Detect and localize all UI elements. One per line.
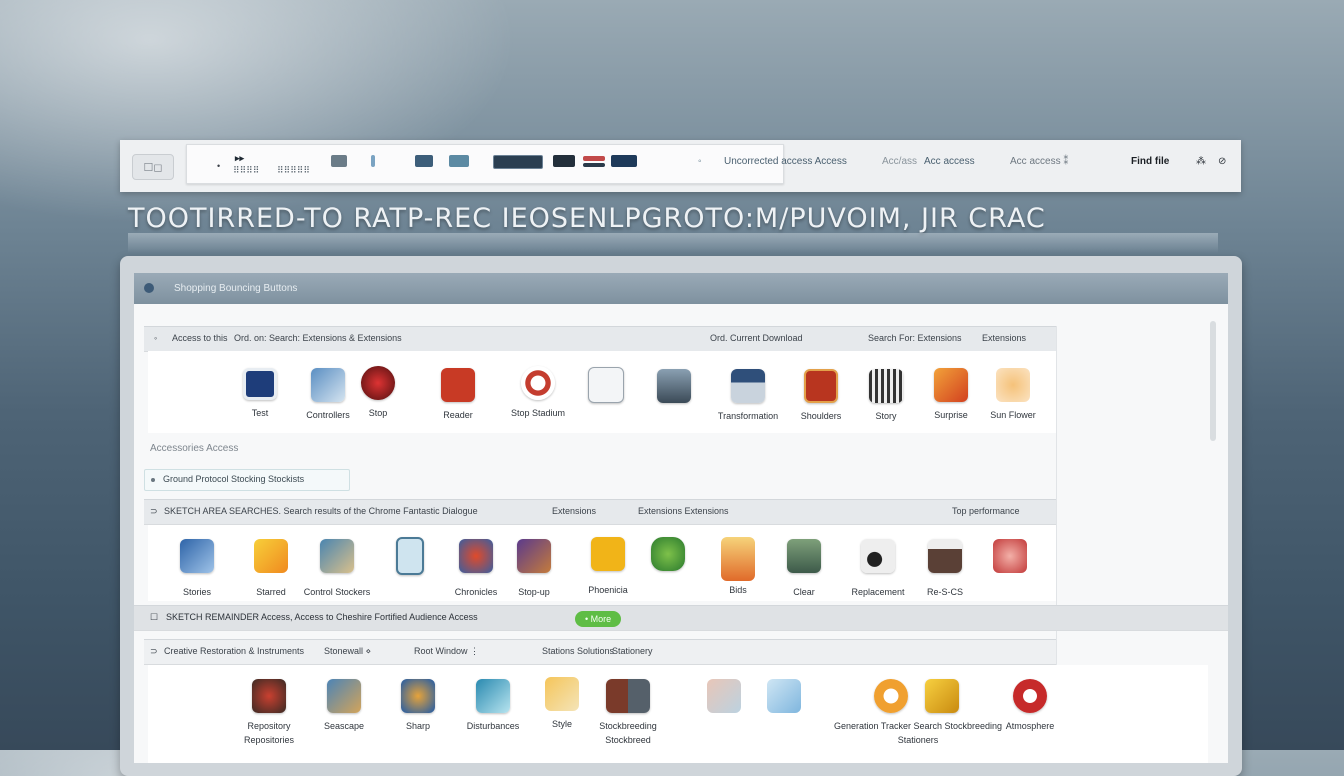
settings-icon[interactable]: ⁂ [1196,156,1206,167]
find-file-button[interactable]: Find file [1131,156,1169,167]
app-replacement[interactable]: Replacement [848,539,908,597]
app-sharp[interactable]: Sharp [398,679,438,731]
app-transformation[interactable]: Transformation [710,369,786,421]
filter-bullet-icon [151,478,155,482]
app-sun-flower[interactable]: Sun Flower [988,368,1038,420]
section-header-4: ⊃ Creative Restoration & Instruments Sto… [144,639,1056,665]
app-blank-1[interactable] [170,369,214,415]
toolbar-item-back[interactable]: ▸▸ [235,153,244,164]
section-2-toggle-icon[interactable]: ⊃ [150,506,158,517]
app-atmosphere[interactable]: Atmosphere [990,679,1070,731]
toolbar-blue-icon[interactable] [611,155,637,167]
section-4-link-3[interactable]: Stations Solutions [542,646,614,656]
app-stop[interactable]: Stop [358,366,398,418]
section-1-toggle-icon[interactable]: ◦ [154,333,157,343]
app-snake[interactable] [586,367,626,403]
app-controllers[interactable]: Controllers [298,368,358,420]
section-4-toggle-icon[interactable]: ⊃ [150,646,158,657]
section-4-link-1[interactable]: Stonewall ⋄ [324,646,371,657]
scrollbar[interactable] [1210,321,1216,441]
app-starred[interactable]: Starred [246,539,296,597]
headline-reflection [128,233,1218,253]
app-re-s-cs[interactable]: Re-S-CS [920,539,970,597]
app-bids[interactable]: Bids [718,537,758,595]
app-logo-icon [144,283,154,293]
section-4-title: Creative Restoration & Instruments [164,646,305,656]
app-stop-up[interactable]: Stop-up [514,539,554,597]
section-2-link-3[interactable]: Top performance [952,506,1020,516]
app-stockbreeding[interactable]: Stockbreeding Stockbreed [588,679,668,745]
main-window: Shopping Bouncing Buttons ◦ Access to th… [134,273,1228,763]
toolbar-right-item-4[interactable]: Acc access ⁑ [1010,156,1068,167]
app-surprise[interactable]: Surprise [926,368,976,420]
section-header-3: ☐ SKETCH REMAINDER Access, Access to Che… [134,605,1228,631]
app-chronicles[interactable]: Chronicles [438,539,514,597]
toolbar-item-dot[interactable]: • [217,161,220,171]
app-repository[interactable]: Repository Repositories [244,679,294,745]
toolbar-right-item-2[interactable]: Acc/ass [882,156,917,167]
filter-field-text: Ground Protocol Stocking Stockists [163,474,305,484]
section-2-title: SKETCH AREA SEARCHES. Search results of … [164,506,478,516]
section-2-link-2[interactable]: Extensions Extensions [638,506,729,516]
toolbar-item-label: ⠿⠿⠿⠿ [233,165,260,175]
toolbar-red-icon[interactable] [583,156,605,161]
section-1-title: Access to this [172,333,228,343]
app-red-heart[interactable] [990,539,1030,573]
app-row-3: Repository Repositories Seascape Sharp Di… [148,665,1208,763]
app-story[interactable]: Story [866,369,906,421]
toolbar-badge-icon[interactable] [493,155,543,169]
app-tile-1[interactable] [704,679,744,713]
category-caption: Accessories Access [150,443,239,454]
section-3-checkbox[interactable]: ☐ [150,612,158,623]
toolbar-info-icon[interactable]: ◦ [698,156,702,167]
toolbar-panel: • ▸▸ ⠿⠿⠿⠿ ⠿⠿⠿⠿⠿ [186,144,784,184]
app-disturbances[interactable]: Disturbances [448,679,538,731]
window-menu-button[interactable]: ☐◻ [132,154,174,180]
toolbar-bar-icon[interactable] [371,155,375,167]
top-toolbar: ☐◻ • ▸▸ ⠿⠿⠿⠿ ⠿⠿⠿⠿⠿ ◦ Uncorrected access … [120,140,1241,192]
section-1-subtitle: Ord. on: Search: Extensions & Extensions [234,333,402,343]
more-button[interactable]: • More [575,611,622,627]
toolbar-right-item-3[interactable]: Acc access [924,156,975,167]
section-1-link-3[interactable]: Extensions [982,333,1026,343]
app-style[interactable]: Style [532,677,592,729]
toolbar-grid-icon[interactable] [415,155,433,167]
section-header-1: ◦ Access to this Ord. on: Search: Extens… [144,326,1056,352]
filter-field[interactable]: Ground Protocol Stocking Stockists [144,469,350,491]
app-phoenicia[interactable]: Phoenicia [578,537,638,595]
divider [1056,326,1057,706]
app-stories[interactable]: Stories [172,539,222,597]
section-4-link-4[interactable]: Stationery [612,646,653,656]
section-1-link-2[interactable]: Search For: Extensions [868,333,962,343]
app-stop-stadium[interactable]: Stop Stadium [500,366,576,418]
app-row-1: Test Controllers Stop Reader Stop Stadiu… [148,351,1056,433]
app-test[interactable]: Test [240,368,280,418]
close-icon[interactable]: ⊘ [1218,156,1226,167]
app-clear[interactable]: Clear [784,539,824,597]
window-title-bar: Shopping Bouncing Buttons [134,273,1228,304]
section-header-2: ⊃ SKETCH AREA SEARCHES. Search results o… [144,499,1056,525]
toolbar-dots-icon[interactable] [449,155,469,167]
window-title: Shopping Bouncing Buttons [174,283,298,294]
app-leaf[interactable] [648,537,688,571]
section-3-title: SKETCH REMAINDER Access, Access to Chesh… [166,612,478,622]
app-shoulders[interactable]: Shoulders [794,369,848,421]
app-tablet[interactable] [390,537,430,575]
toolbar-dark-icon[interactable] [583,163,605,167]
toolbar-right-item-1[interactable]: Uncorrected access Access [724,156,847,167]
app-row-2: Stories Starred Control Stockers Chronic… [148,525,1056,601]
section-4-link-2[interactable]: Root Window ⋮ [414,646,479,657]
page-headline: TOOTIRRED-TO RATP-REC IEOSENLPGROTO:M/PU… [128,203,1046,234]
app-folder[interactable] [922,679,962,713]
window-menu-label: ☐◻ [143,161,163,174]
section-1-link-1[interactable]: Ord. Current Download [710,333,803,343]
app-seascape[interactable]: Seascape [314,679,374,731]
toolbar-arrow-icon[interactable] [331,155,347,167]
app-control-stockers[interactable]: Control Stockers [302,539,372,597]
toolbar-item-label-2: ⠿⠿⠿⠿⠿ [277,165,310,175]
app-reader[interactable]: Reader [438,368,478,420]
section-2-link-1[interactable]: Extensions [552,506,596,516]
app-photo[interactable] [654,369,694,403]
toolbar-pill-icon[interactable] [553,155,575,167]
